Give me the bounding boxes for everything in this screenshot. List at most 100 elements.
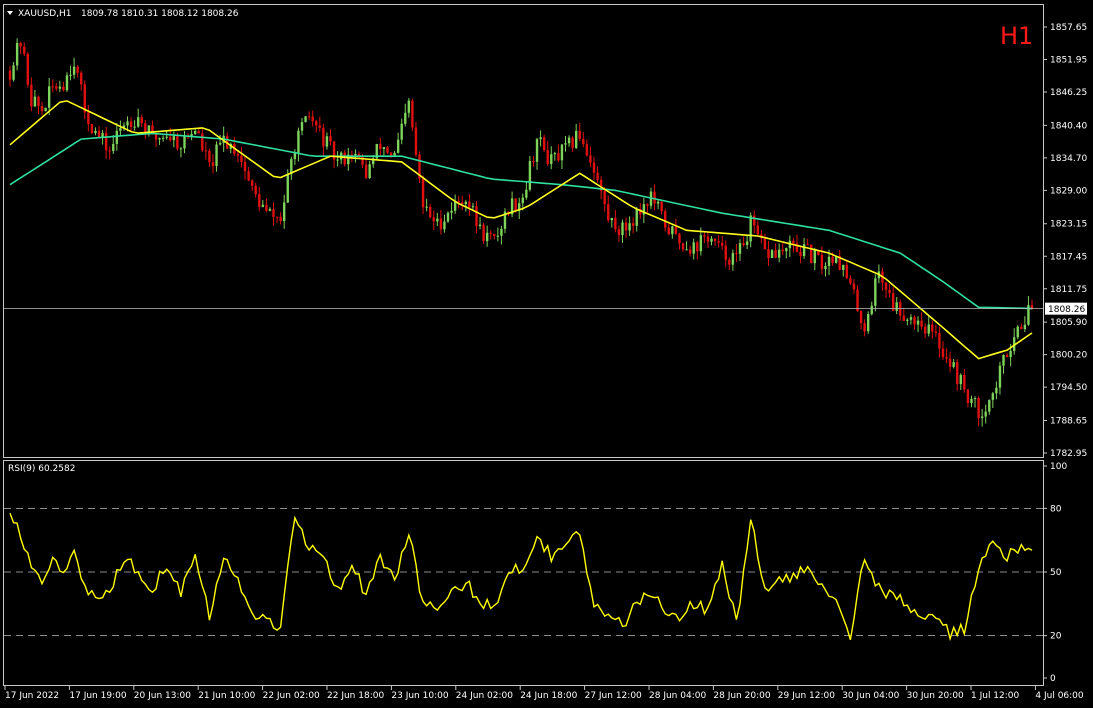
- candle-body: [258, 194, 261, 207]
- chart-canvas[interactable]: 1857.65 1851.95 1846.25 1840.40 1834.70 1829.…: [0, 0, 1093, 708]
- candle-body: [528, 161, 532, 190]
- candle-body: [461, 202, 464, 205]
- price-tick-label: 1811.75: [1050, 285, 1087, 295]
- candle-body: [931, 324, 934, 332]
- price-tick-label: 1788.65: [1050, 416, 1087, 426]
- candle-body: [265, 204, 268, 211]
- time-tick-label: 23 Jun 10:00: [391, 691, 448, 701]
- candle-body: [916, 320, 920, 325]
- price-tick-label: 1805.90: [1050, 318, 1087, 328]
- candle-body: [980, 416, 984, 419]
- candle-body: [318, 125, 322, 128]
- candle-body: [660, 201, 663, 212]
- candle-body: [596, 172, 599, 180]
- candle-body: [681, 243, 685, 250]
- candle-body: [635, 209, 638, 226]
- candle-body: [703, 235, 706, 237]
- candle-body: [973, 398, 977, 400]
- time-tick-label: 17 Jun 2022: [5, 691, 59, 701]
- candle-body: [589, 155, 592, 163]
- candle-body: [247, 171, 250, 181]
- candle-body: [777, 249, 781, 258]
- candle-body: [364, 164, 368, 178]
- candle-body: [414, 127, 418, 155]
- rsi-tick-label: 50: [1050, 568, 1062, 578]
- candle-body: [988, 399, 991, 412]
- time-tick-label: 28 Jun 20:00: [713, 691, 770, 701]
- candle-body: [956, 362, 959, 385]
- candle-body: [852, 283, 856, 290]
- candle-body: [653, 191, 656, 204]
- candle-body: [685, 249, 688, 251]
- candle-body: [307, 116, 311, 118]
- candle-body: [396, 139, 400, 153]
- ohlc-label: 1809.78 1810.31 1808.12 1808.26: [81, 9, 239, 19]
- candle-body: [607, 204, 610, 221]
- rsi-tick-label: 20: [1050, 632, 1062, 642]
- candle-body: [297, 130, 300, 154]
- candle-body: [432, 217, 435, 222]
- candle-body: [315, 121, 318, 126]
- candle-body: [553, 153, 557, 155]
- time-tick-label: 21 Jun 10:00: [198, 691, 255, 701]
- candle-body: [710, 238, 713, 242]
- candle-body: [902, 315, 906, 321]
- candle-body: [361, 156, 364, 165]
- time-tick-label: 1 Jul 12:00: [971, 691, 1020, 701]
- candle-body: [934, 331, 938, 333]
- candle-body: [735, 253, 738, 255]
- candle-body: [1016, 326, 1019, 338]
- candle-body: [920, 320, 923, 327]
- candle-body: [866, 314, 870, 332]
- candle-body: [738, 243, 742, 254]
- candle-body: [197, 130, 200, 134]
- candle-body: [671, 226, 674, 235]
- candle-body: [706, 236, 710, 242]
- candle-body: [161, 137, 165, 139]
- candle-body: [493, 233, 496, 236]
- price-tick-label: 1794.50: [1050, 383, 1087, 393]
- candle-body: [728, 259, 731, 265]
- candle-body: [977, 398, 980, 419]
- candle-body: [336, 159, 339, 161]
- chart-header[interactable]: XAUUSD,H1 1809.78 1810.31 1808.12 1808.2…: [7, 9, 239, 19]
- candle-body: [8, 70, 12, 80]
- candle-body: [80, 72, 83, 85]
- candle-body: [112, 143, 115, 152]
- candle-body: [193, 130, 197, 134]
- price-tick-label: 1782.95: [1050, 449, 1087, 459]
- candle-body: [546, 150, 549, 165]
- candle-body: [874, 278, 877, 306]
- candle-body: [386, 147, 389, 153]
- candle-body: [169, 136, 172, 141]
- price-tick-label: 1857.65: [1050, 23, 1087, 33]
- candle-body: [802, 244, 806, 257]
- candle-body: [745, 241, 749, 246]
- candle-body: [831, 256, 834, 263]
- candle-body: [941, 348, 945, 358]
- candle-body: [948, 358, 952, 367]
- candle-body: [87, 112, 90, 125]
- candle-body: [582, 138, 585, 145]
- candle-body: [47, 86, 51, 108]
- candle-body: [539, 137, 542, 140]
- candle-body: [165, 136, 168, 138]
- candle-body: [560, 144, 564, 161]
- candle-body: [621, 222, 624, 236]
- candle-body: [585, 144, 589, 156]
- candle-body: [379, 144, 382, 150]
- candle-body: [325, 136, 329, 147]
- candle-body: [820, 254, 824, 270]
- candle-body: [144, 123, 147, 133]
- candle-body: [468, 201, 471, 208]
- price-tick-label: 1829.00: [1050, 186, 1087, 196]
- candle-body: [275, 216, 279, 218]
- candle-body: [525, 189, 528, 198]
- candle-body: [236, 153, 240, 156]
- current-price-label: 1808.26: [1048, 305, 1085, 315]
- candle-body: [753, 215, 756, 226]
- candle-body: [58, 86, 62, 89]
- candle-body: [30, 84, 33, 107]
- candle-body: [792, 240, 795, 244]
- candle-body: [617, 229, 621, 236]
